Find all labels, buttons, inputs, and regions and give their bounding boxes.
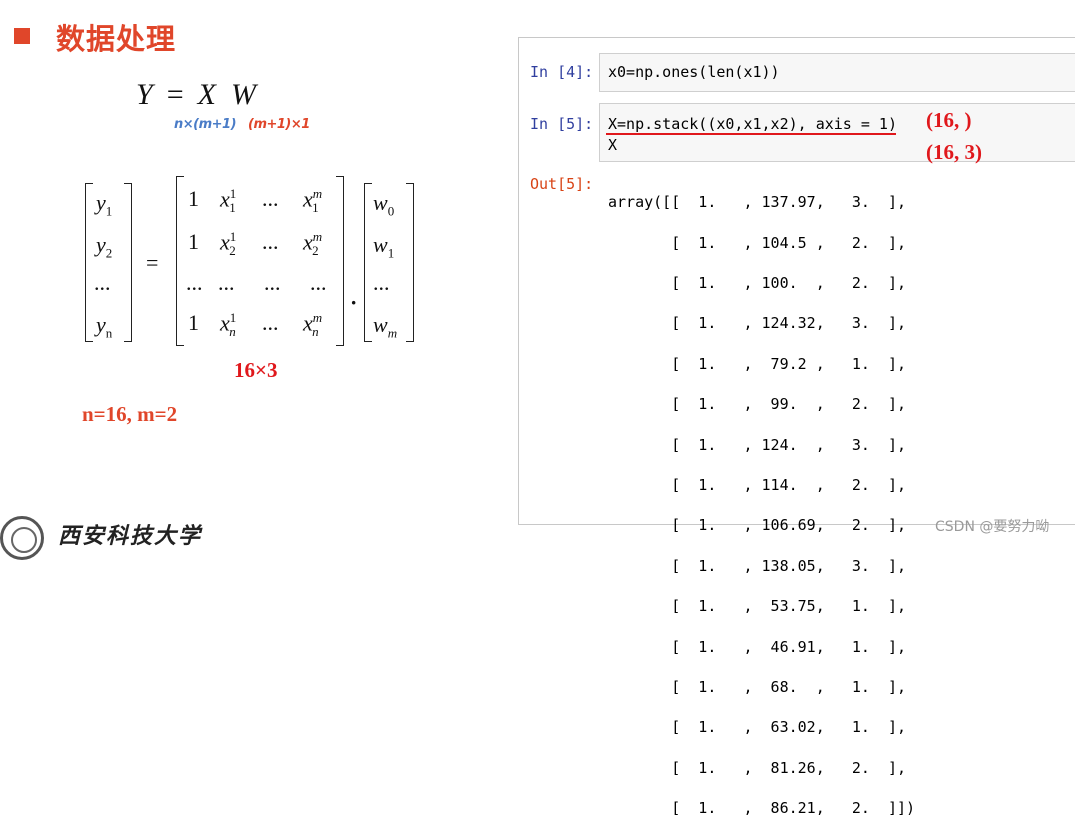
output-line: [ 1. , 99. , 2. ], xyxy=(608,395,907,414)
w-entry-1: w1 xyxy=(373,232,395,261)
x-cell: x12 xyxy=(220,229,237,258)
red-underline xyxy=(606,133,896,135)
x-cell: ... xyxy=(262,310,279,335)
matrix-shape-label: 16×3 xyxy=(234,358,278,382)
csdn-watermark: CSDN @要努力呦 xyxy=(935,519,1050,535)
w-bracket-right xyxy=(406,183,414,342)
w-dimension-label: (m+1)×1 xyxy=(248,117,310,132)
output-line: [ 1. , 81.26, 2. ], xyxy=(608,758,907,777)
x-cell: xm2 xyxy=(303,229,323,258)
x-cell: ... xyxy=(218,270,235,295)
eq-equals: = xyxy=(166,78,184,111)
x-cell: x11 xyxy=(220,186,237,215)
x-cell: ... xyxy=(264,270,281,295)
y-entry-ellipsis: ... xyxy=(94,270,111,295)
y-entry-1: y1 xyxy=(96,190,113,219)
output-line: array([[ 1. , 137.97, 3. ], xyxy=(608,193,907,212)
eq-y: Y xyxy=(136,78,153,111)
university-name: 西安科技大学 xyxy=(58,523,203,549)
output-line: [ 1. , 114. , 2. ], xyxy=(608,476,907,495)
w-entry-ellipsis: ... xyxy=(373,270,390,295)
x-cell: 1 xyxy=(188,229,199,254)
annotation-shape-x0: (16, ) xyxy=(926,108,972,132)
output-5-array: array([[ 1. , 137.97, 3. ], [ 1. , 104.5… xyxy=(608,172,915,839)
output-line: [ 1. , 53.75, 1. ], xyxy=(608,597,907,616)
output-line: [ 1. , 63.02, 1. ], xyxy=(608,718,907,737)
output-line: [ 1. , 104.5 , 2. ], xyxy=(608,233,907,252)
annotation-shape-X: (16, 3) xyxy=(926,140,982,164)
eq-x: X xyxy=(197,78,216,111)
output-line: [ 1. , 124.32, 3. ], xyxy=(608,314,907,333)
output-line: [ 1. , 124. , 3. ], xyxy=(608,435,907,454)
matrix-dot: · xyxy=(350,290,358,315)
x-dimension-label: n×(m+1) xyxy=(174,117,237,132)
n-m-values: n=16, m=2 xyxy=(82,402,178,426)
w-bracket-left xyxy=(364,183,372,342)
x-cell: xm1 xyxy=(303,186,323,215)
matrix-equals: = xyxy=(146,250,159,275)
y-bracket-right xyxy=(124,183,132,342)
x-bracket-left xyxy=(176,176,184,346)
cell-4-prompt: In [4]: xyxy=(530,63,594,81)
y-entry-2: y2 xyxy=(96,232,113,261)
w-entry-0: w0 xyxy=(373,190,395,219)
cell-5-prompt: In [5]: xyxy=(530,115,594,133)
code-cell-4-text[interactable]: x0=np.ones(len(x1)) xyxy=(608,63,780,81)
output-line: [ 1. , 68. , 1. ], xyxy=(608,678,907,697)
x-cell: ... xyxy=(262,186,279,211)
y-entry-n: yn xyxy=(96,312,113,341)
x-cell: ... xyxy=(310,270,327,295)
slide-title: 数据处理 xyxy=(56,22,177,56)
x-cell: x1n xyxy=(220,310,237,339)
title-bullet xyxy=(14,28,30,44)
y-bracket-left xyxy=(85,183,93,342)
output-line: [ 1. , 79.2 , 1. ], xyxy=(608,354,907,373)
code-cell-5-line1[interactable]: X=np.stack((x0,x1,x2), axis = 1) xyxy=(608,115,897,133)
eq-w: W xyxy=(230,78,256,111)
output-line: [ 1. , 100. , 2. ], xyxy=(608,274,907,293)
output-line: [ 1. , 138.05, 3. ], xyxy=(608,556,907,575)
x-cell: ... xyxy=(262,229,279,254)
x-cell: xmn xyxy=(303,310,323,339)
code-cell-5-line2[interactable]: X xyxy=(608,136,617,154)
x-bracket-right xyxy=(336,176,344,346)
output-line: [ 1. , 86.21, 2. ]]) xyxy=(608,799,916,818)
regression-equation: Y = X W xyxy=(136,78,256,112)
x-cell: 1 xyxy=(188,186,199,211)
output-5-prompt: Out[5]: xyxy=(530,175,594,193)
x-cell: 1 xyxy=(188,310,199,335)
w-entry-m: wm xyxy=(373,312,398,341)
output-line: [ 1. , 46.91, 1. ], xyxy=(608,637,907,656)
x-cell: ... xyxy=(186,270,203,295)
output-line: [ 1. , 106.69, 2. ], xyxy=(608,516,907,535)
university-logo xyxy=(0,516,44,560)
